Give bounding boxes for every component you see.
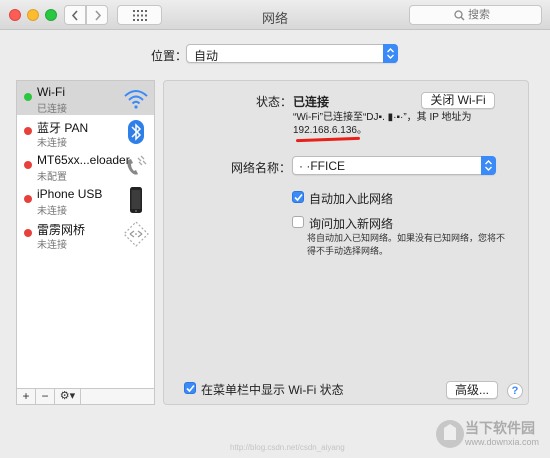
network-name-label: 网络名称： (231, 161, 292, 175)
search-field[interactable] (409, 5, 542, 25)
ip-address-text: 192.168.6.136。 (293, 125, 367, 136)
sidebar-item-label: iPhone USB (37, 187, 103, 201)
sidebar-item-label: MT65xx...eloader (37, 153, 130, 167)
add-service-button[interactable]: + (17, 389, 36, 404)
thunderbolt-bridge-icon (123, 221, 149, 247)
help-button[interactable]: ? (507, 383, 523, 399)
popup-arrows-icon (383, 44, 398, 63)
status-dot (24, 127, 32, 135)
service-list-toolbar: + − ⚙︎▾ (17, 388, 154, 404)
search-input[interactable] (468, 8, 538, 22)
checkbox-label: 在菜单栏中显示 Wi-Fi 状态 (201, 383, 344, 397)
location-popup[interactable]: 自动 (186, 44, 398, 63)
title-bar: 网络 (0, 0, 550, 30)
iphone-icon (130, 187, 142, 213)
sidebar-item-mt65xx[interactable]: MT65xx...eloader 未配置 (17, 149, 154, 183)
checkbox-checked[interactable] (292, 191, 304, 203)
status-description: “Wi-Fi”已连接至“DJ▪. ▮·▪·”，其 IP 地址为 192.168.… (293, 111, 523, 137)
search-icon (454, 10, 465, 21)
network-name-popup[interactable]: · ·FFICE (292, 156, 496, 175)
location-value: 自动 (194, 49, 219, 63)
sidebar-item-thunderbolt-bridge[interactable]: 雷雳网桥 未连接 (17, 217, 154, 251)
status-description-line: “Wi-Fi”已连接至“DJ▪. ▮·▪·”，其 IP 地址为 (293, 112, 472, 123)
ask-join-hint: 将自动加入已知网络。如果没有已知网络，您将不得不手动选择网络。 (307, 233, 506, 256)
remove-service-button[interactable]: − (36, 389, 55, 404)
sidebar-item-iphone-usb[interactable]: iPhone USB 未连接 (17, 183, 154, 217)
service-list: Wi-Fi 已连接 蓝牙 PAN 未连接 MT65xx...eloader 未配… (16, 80, 155, 405)
watermark-brand: 当下软件园 (465, 420, 535, 436)
sidebar-item-status: 未配置 (37, 172, 67, 183)
checkbox-unchecked[interactable] (292, 216, 304, 228)
checkbox-label: 自动加入此网络 (309, 192, 394, 206)
status-dot (24, 195, 32, 203)
status-label: 状态： (256, 95, 293, 109)
sidebar-item-bluetooth-pan[interactable]: 蓝牙 PAN 未连接 (17, 115, 154, 149)
sidebar-item-status: 未连接 (37, 138, 67, 149)
watermark-url: www.downxia.com (465, 437, 540, 447)
checkmark-icon (294, 193, 303, 202)
checkmark-icon (186, 384, 195, 393)
phone-modem-icon (127, 155, 147, 175)
network-name-value: · ·FFICE (299, 159, 345, 173)
sidebar-item-status: 未连接 (37, 240, 67, 251)
checkbox-label: 询问加入新网络 (309, 217, 394, 231)
status-value: 已连接 (293, 95, 330, 109)
checkbox-checked[interactable] (184, 382, 196, 394)
status-dot (24, 93, 32, 101)
advanced-button[interactable]: 高级... (446, 381, 498, 399)
sidebar-item-wifi[interactable]: Wi-Fi 已连接 (17, 81, 154, 115)
turn-off-wifi-button[interactable]: 关闭 Wi-Fi (421, 92, 495, 109)
watermark-blog-url: http://blog.csdn.net/csdn_aiyang (230, 443, 345, 452)
sidebar-item-label: Wi-Fi (37, 85, 65, 99)
status-dot (24, 161, 32, 169)
popup-arrows-icon (481, 156, 496, 175)
status-dot (24, 229, 32, 237)
wifi-icon (124, 90, 148, 109)
sidebar-item-status: 已连接 (37, 104, 67, 115)
bluetooth-icon (128, 120, 144, 144)
sidebar-item-status: 未连接 (37, 206, 67, 217)
action-menu-button[interactable]: ⚙︎▾ (55, 389, 81, 404)
location-label: 位置： (151, 49, 188, 63)
